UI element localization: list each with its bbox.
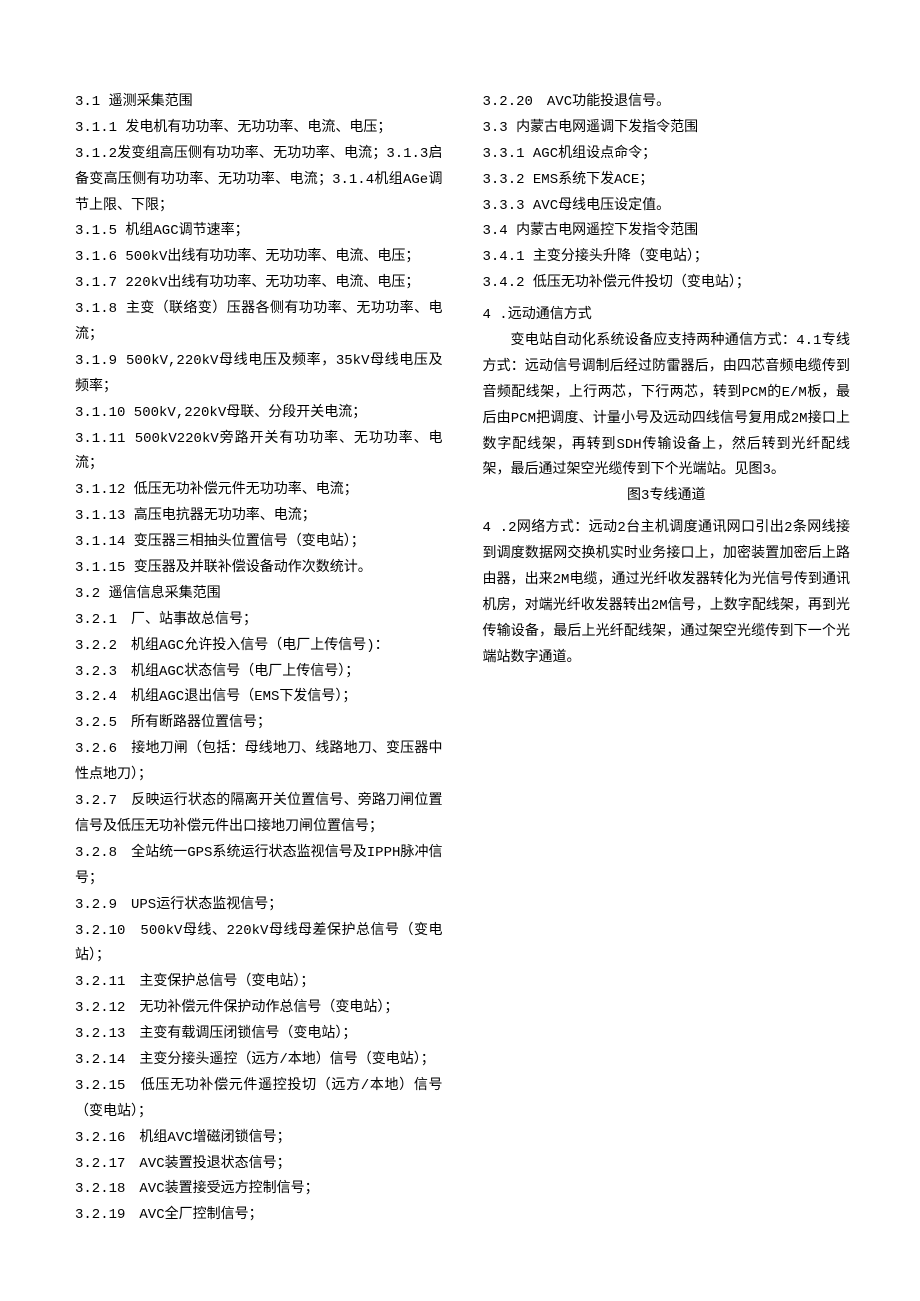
item-3-2: 3.2 遥信信息采集范围	[75, 582, 443, 608]
item-3-2-14: 3.2.14 主变分接头遥控（远方/本地）信号（变电站）；	[75, 1048, 443, 1074]
item-3-1-7: 3.1.7 220kV出线有功功率、无功功率、电流、电压；	[75, 271, 443, 297]
item-3-4-2: 3.4.2 低压无功补偿元件投切（变电站）；	[483, 271, 851, 297]
item-3-1-14: 3.1.14 变压器三相抽头位置信号（变电站）；	[75, 530, 443, 556]
item-3-2-16: 3.2.16 机组AVC增磁闭锁信号；	[75, 1126, 443, 1152]
item-3-3-1: 3.3.1 AGC机组设点命令；	[483, 142, 851, 168]
section-4-title: 4 .远动通信方式	[483, 303, 851, 329]
item-3-2-4: 3.2.4 机组AGC退出信号（EMS下发信号）；	[75, 685, 443, 711]
item-3-2-6: 3.2.6 接地刀闸（包括：母线地刀、线路地刀、变压器中性点地刀）；	[75, 737, 443, 789]
item-3-2-20: 3.2.20 AVC功能投退信号。	[483, 90, 851, 116]
item-3-2-9: 3.2.9 UPS运行状态监视信号；	[75, 893, 443, 919]
item-3-2-1: 3.2.1 厂、站事故总信号；	[75, 608, 443, 634]
item-3-1-6: 3.1.6 500kV出线有功功率、无功功率、电流、电压；	[75, 245, 443, 271]
item-3-2-5: 3.2.5 所有断路器位置信号；	[75, 711, 443, 737]
figure-3-caption: 图3专线通道	[483, 484, 851, 510]
item-3-2-3: 3.2.3 机组AGC状态信号（电厂上传信号）；	[75, 660, 443, 686]
item-3-4-1: 3.4.1 主变分接头升降（变电站）；	[483, 245, 851, 271]
item-3-1: 3.1 遥测采集范围	[75, 90, 443, 116]
item-3-1-13: 3.1.13 高压电抗器无功功率、电流；	[75, 504, 443, 530]
item-3-2-2: 3.2.2 机组AGC允许投入信号（电厂上传信号)：	[75, 634, 443, 660]
item-3-2-13: 3.2.13 主变有载调压闭锁信号（变电站）；	[75, 1022, 443, 1048]
item-3-2-7: 3.2.7 反映运行状态的隔离开关位置信号、旁路刀闸位置信号及低压无功补偿元件出…	[75, 789, 443, 841]
item-3-4: 3.4 内蒙古电网遥控下发指令范围	[483, 219, 851, 245]
item-3-1-5: 3.1.5 机组AGC调节速率；	[75, 219, 443, 245]
document-page: 3.1 遥测采集范围 3.1.1 发电机有功功率、无功功率、电流、电压； 3.1…	[0, 0, 920, 1301]
item-3-2-10: 3.2.10 500kV母线、220kV母线母差保护总信号（变电站）；	[75, 919, 443, 971]
item-3-2-15: 3.2.15 低压无功补偿元件遥控投切（远方/本地）信号 （变电站）；	[75, 1074, 443, 1126]
section-4-2-text: 4 .2网络方式：远动2台主机调度通讯网口引出2条网线接到调度数据网交换机实时业…	[483, 516, 851, 671]
item-3-1-8: 3.1.8 主变（联络变）压器各侧有功功率、无功功率、电流；	[75, 297, 443, 349]
item-3-2-8: 3.2.8 全站统一GPS系统运行状态监视信号及IPPH脉冲信号；	[75, 841, 443, 893]
item-3-1-1: 3.1.1 发电机有功功率、无功功率、电流、电压；	[75, 116, 443, 142]
item-3-2-18: 3.2.18 AVC装置接受远方控制信号；	[75, 1177, 443, 1203]
item-3-2-11: 3.2.11 主变保护总信号（变电站）；	[75, 970, 443, 996]
item-3-1-15: 3.1.15 变压器及并联补偿设备动作次数统计。	[75, 556, 443, 582]
item-3-3-3: 3.3.3 AVC母线电压设定值。	[483, 194, 851, 220]
item-3-1-10: 3.1.10 500kV,220kV母联、分段开关电流；	[75, 401, 443, 427]
item-3-1-12: 3.1.12 低压无功补偿元件无功功率、电流；	[75, 478, 443, 504]
item-3-1-11: 3.1.11 500kV220kV旁路开关有功功率、无功功率、电流；	[75, 427, 443, 479]
item-3-1-9: 3.1.9 500kV,220kV母线电压及频率，35kV母线电压及频率；	[75, 349, 443, 401]
item-3-3-2: 3.3.2 EMS系统下发ACE；	[483, 168, 851, 194]
item-3-1-2-to-4: 3.1.2发变组高压侧有功功率、无功功率、电流；3.1.3启备变高压侧有功功率、…	[75, 142, 443, 220]
item-3-2-17: 3.2.17 AVC装置投退状态信号；	[75, 1152, 443, 1178]
item-3-3: 3.3 内蒙古电网遥调下发指令范围	[483, 116, 851, 142]
item-3-2-12: 3.2.12 无功补偿元件保护动作总信号（变电站）；	[75, 996, 443, 1022]
item-3-2-19: 3.2.19 AVC全厂控制信号；	[75, 1203, 443, 1229]
section-4-1-text: 变电站自动化系统设备应支持两种通信方式：4.1专线方式：远动信号调制后经过防雷器…	[483, 329, 851, 484]
